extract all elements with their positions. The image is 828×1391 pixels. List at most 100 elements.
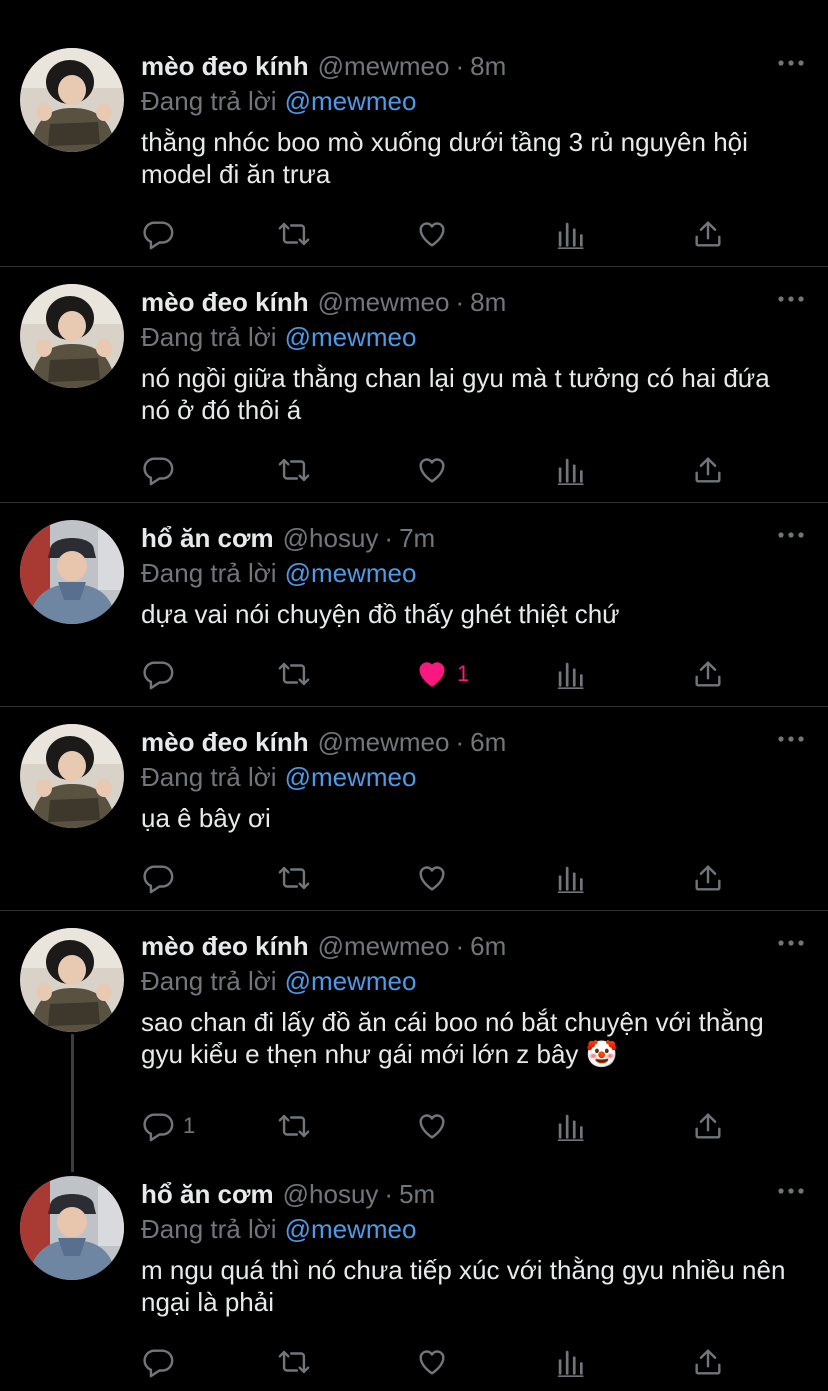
share-button[interactable]	[691, 656, 725, 692]
user-handle[interactable]: @mewmeo	[318, 928, 450, 964]
retweet-icon	[275, 1109, 313, 1143]
display-name[interactable]: mèo đeo kính	[141, 928, 309, 964]
retweet-button[interactable]	[275, 1108, 313, 1144]
retweet-button[interactable]	[275, 1344, 313, 1380]
like-count: 1	[457, 661, 470, 686]
reply-button[interactable]	[141, 860, 183, 896]
tweet-header: hổ ăn cơm @hosuy · 5m	[141, 1176, 804, 1212]
share-icon	[691, 217, 725, 251]
retweet-icon	[275, 1345, 313, 1379]
tweet-body: mèo đeo kính @mewmeo · 6m Đang trả lời @mewme…	[141, 724, 804, 834]
tweet-body: mèo đeo kính @mewmeo · 6m Đang trả lời @mewme…	[141, 928, 804, 1070]
tweet-text: m ngu quá thì nó chưa tiếp xúc với thằng…	[141, 1255, 786, 1317]
avatar-meo[interactable]	[20, 928, 124, 1032]
display-name[interactable]: mèo đeo kính	[141, 724, 309, 760]
avatar-meo[interactable]	[20, 724, 124, 828]
more-options-icon[interactable]	[764, 724, 804, 754]
tweet-divider	[0, 706, 828, 707]
timestamp[interactable]: 8m	[470, 48, 506, 84]
like-button[interactable]	[415, 1344, 457, 1380]
reply-button[interactable]	[141, 216, 183, 252]
tweet-body: mèo đeo kính @mewmeo · 8m Đang trả lời @mewme…	[141, 48, 804, 190]
like-button[interactable]	[415, 860, 457, 896]
timestamp[interactable]: 8m	[470, 284, 506, 320]
analytics-icon	[553, 453, 587, 487]
more-options-icon[interactable]	[764, 928, 804, 958]
mention-link[interactable]: @mewmeo	[285, 1214, 417, 1244]
reply-count: 1	[183, 1113, 196, 1138]
more-options-icon[interactable]	[764, 284, 804, 314]
separator-dot: ·	[455, 51, 465, 81]
tweet-actions	[141, 452, 741, 488]
mention-link[interactable]: @mewmeo	[285, 86, 417, 116]
reply-icon	[141, 217, 175, 251]
user-handle[interactable]: @mewmeo	[318, 724, 450, 760]
share-icon	[691, 657, 725, 691]
retweet-button[interactable]	[275, 452, 313, 488]
tweet-body: hổ ăn cơm @hosuy · 5m Đang trả lời @mewmeo m n…	[141, 1176, 804, 1318]
replying-label: Đang trả lời	[141, 1214, 277, 1244]
views-button[interactable]	[553, 452, 587, 488]
replying-label: Đang trả lời	[141, 322, 277, 352]
share-button[interactable]	[691, 216, 725, 252]
user-handle[interactable]: @hosuy	[283, 520, 379, 556]
mention-link[interactable]: @mewmeo	[285, 558, 417, 588]
more-options-icon[interactable]	[764, 520, 804, 550]
views-button[interactable]	[553, 1108, 587, 1144]
mention-link[interactable]: @mewmeo	[285, 762, 417, 792]
more-options-icon[interactable]	[764, 1176, 804, 1206]
share-button[interactable]	[691, 1344, 725, 1380]
like-button[interactable]	[415, 216, 457, 252]
mention-link[interactable]: @mewmeo	[285, 966, 417, 996]
retweet-icon	[275, 657, 313, 691]
replying-label: Đang trả lời	[141, 966, 277, 996]
share-icon	[691, 1109, 725, 1143]
more-options-icon[interactable]	[764, 48, 804, 78]
tweet-divider	[0, 910, 828, 911]
analytics-icon	[553, 1109, 587, 1143]
user-handle[interactable]: @mewmeo	[318, 284, 450, 320]
like-button[interactable]	[415, 1108, 457, 1144]
display-name[interactable]: hổ ăn cơm	[141, 1176, 274, 1212]
tweet-divider	[0, 502, 828, 503]
display-name[interactable]: mèo đeo kính	[141, 284, 309, 320]
views-button[interactable]	[553, 1344, 587, 1380]
reply-button[interactable]	[141, 1344, 183, 1380]
reply-button[interactable]: 1	[141, 1108, 195, 1144]
mention-link[interactable]: @mewmeo	[285, 322, 417, 352]
display-name[interactable]: mèo đeo kính	[141, 48, 309, 84]
user-handle[interactable]: @hosuy	[283, 1176, 379, 1212]
retweet-button[interactable]	[275, 860, 313, 896]
like-button[interactable]	[415, 452, 457, 488]
heart-icon	[415, 217, 449, 251]
retweet-button[interactable]	[275, 656, 313, 692]
tweet-header: hổ ăn cơm @hosuy · 7m	[141, 520, 804, 556]
views-button[interactable]	[553, 860, 587, 896]
heart-icon	[415, 861, 449, 895]
replying-to: Đang trả lời @mewmeo	[141, 964, 804, 998]
reply-button[interactable]	[141, 452, 183, 488]
retweet-button[interactable]	[275, 216, 313, 252]
share-button[interactable]	[691, 1108, 725, 1144]
share-button[interactable]	[691, 452, 725, 488]
retweet-icon	[275, 861, 313, 895]
user-handle[interactable]: @mewmeo	[318, 48, 450, 84]
avatar-ho[interactable]	[20, 520, 124, 624]
timestamp[interactable]: 6m	[470, 724, 506, 760]
heart-filled-icon	[415, 657, 449, 691]
tweet-text: dựa vai nói chuyện đồ thấy ghét thiệt ch…	[141, 599, 620, 629]
timestamp[interactable]: 6m	[470, 928, 506, 964]
display-name[interactable]: hổ ăn cơm	[141, 520, 274, 556]
timestamp[interactable]: 7m	[399, 520, 435, 556]
avatar-ho[interactable]	[20, 1176, 124, 1280]
tweet-text: sao chan đi lấy đồ ăn cái boo nó bắt chu…	[141, 1007, 764, 1069]
views-button[interactable]	[553, 216, 587, 252]
replying-label: Đang trả lời	[141, 558, 277, 588]
like-button[interactable]: 1	[415, 656, 469, 692]
views-button[interactable]	[553, 656, 587, 692]
avatar-meo[interactable]	[20, 284, 124, 388]
reply-button[interactable]	[141, 656, 183, 692]
avatar-meo[interactable]	[20, 48, 124, 152]
timestamp[interactable]: 5m	[399, 1176, 435, 1212]
share-button[interactable]	[691, 860, 725, 896]
